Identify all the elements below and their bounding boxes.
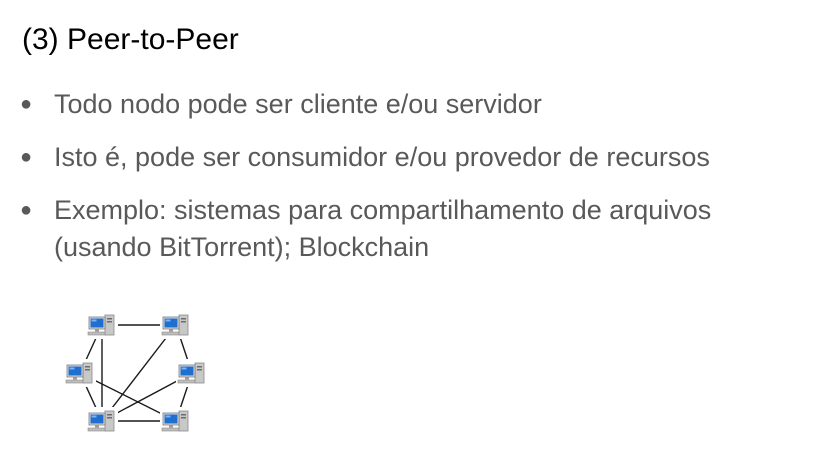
peer-to-peer-diagram	[58, 305, 218, 440]
peer-to-peer-network-svg	[64, 311, 208, 435]
bullet-item: ● Isto é, pode ser consumidor e/ou prove…	[14, 139, 804, 176]
network-nodes	[64, 311, 208, 435]
desktop-computer-icon	[86, 311, 118, 339]
desktop-computer-icon	[160, 311, 192, 339]
network-link	[101, 324, 177, 422]
bullet-text: Exemplo: sistemas para compartilhamento …	[54, 195, 712, 262]
slide-title: (3) Peer-to-Peer	[22, 23, 239, 56]
bullet-item: ● Exemplo: sistemas para compartilhament…	[14, 192, 804, 266]
bullet-icon: ●	[19, 146, 33, 168]
network-links	[79, 324, 193, 422]
desktop-computer-icon	[64, 359, 96, 387]
bullet-text: Todo nodo pode ser cliente e/ou servidor	[54, 89, 542, 119]
bullet-item: ● Todo nodo pode ser cliente e/ou servid…	[14, 86, 804, 123]
desktop-computer-icon	[176, 359, 208, 387]
desktop-computer-icon	[160, 407, 192, 435]
bullet-icon: ●	[19, 199, 33, 221]
bullet-icon: ●	[19, 93, 33, 115]
bullet-list: ● Todo nodo pode ser cliente e/ou servid…	[14, 86, 804, 282]
slide: (3) Peer-to-Peer ● Todo nodo pode ser cl…	[0, 0, 816, 450]
bullet-text: Isto é, pode ser consumidor e/ou provedo…	[54, 142, 710, 172]
desktop-computer-icon	[86, 407, 118, 435]
